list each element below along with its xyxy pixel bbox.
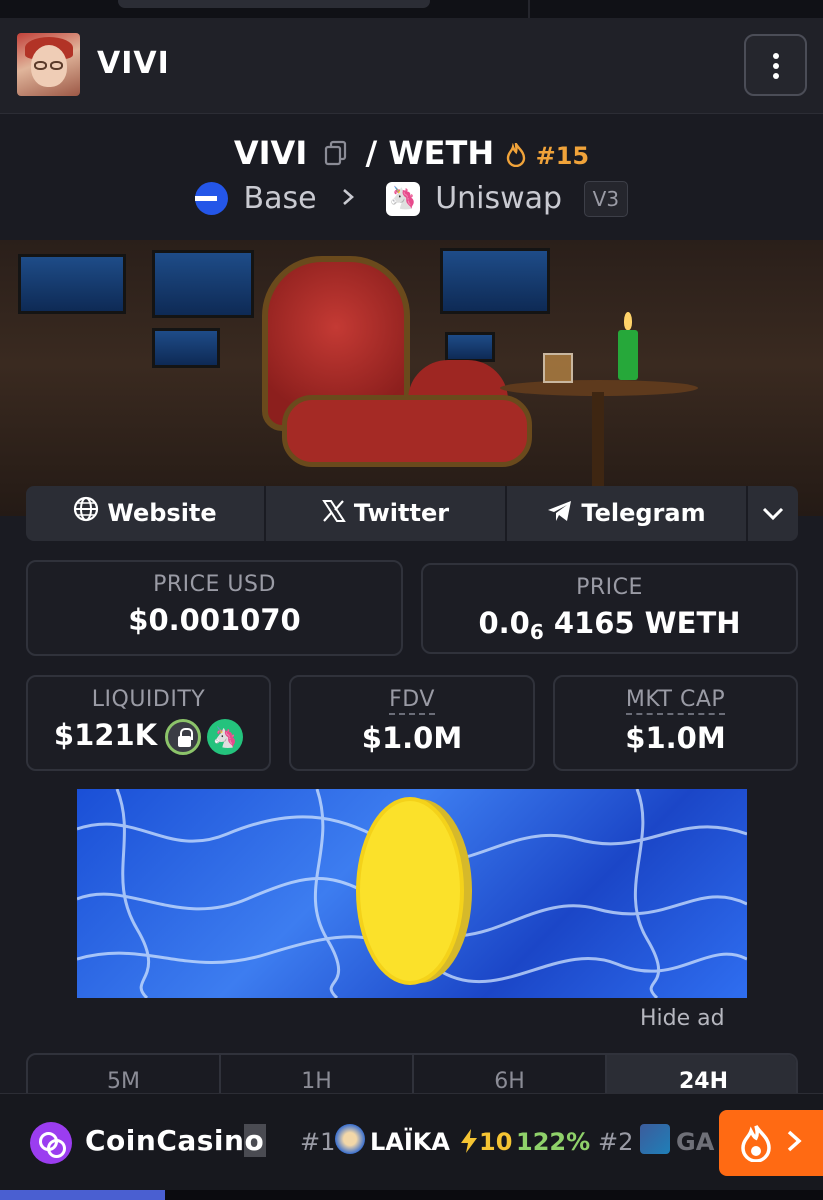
price-usd-card: PRICE USD $0.001070	[26, 560, 403, 656]
uniswap-unicorn-icon[interactable]: 🦄	[207, 719, 244, 755]
candle-flame	[624, 312, 632, 330]
market-cap-value: $1.0M	[625, 721, 726, 755]
pair-title: VIVI / WETH #15	[0, 134, 823, 174]
uniswap-icon: 🦄	[385, 181, 420, 216]
globe-icon	[73, 487, 99, 542]
price-native-card: PRICE 0.06 4165 WETH	[421, 563, 798, 654]
chain-dex-breadcrumb: Base 🦄 Uniswap V3	[0, 180, 823, 220]
progress-fill	[0, 1190, 165, 1200]
base-chain-icon	[194, 182, 228, 215]
pair-separator: /	[365, 134, 378, 172]
divider	[528, 0, 530, 18]
coincasino-brand[interactable]: CoinCasino	[85, 1124, 267, 1157]
fdv-card[interactable]: FDV $1.0M	[289, 675, 535, 771]
website-label: Website	[107, 499, 217, 527]
trending-2-name[interactable]: GA	[676, 1128, 714, 1156]
footer-bar: CoinCasino #1 LAÏKA 10 122% #2 GA	[0, 1093, 823, 1190]
avatar-glasses-right	[50, 61, 63, 70]
chevron-right-icon	[340, 184, 356, 214]
fdv-value: $1.0M	[361, 721, 463, 755]
whiskey-glass	[543, 353, 573, 383]
telegram-link[interactable]: Telegram	[507, 486, 748, 541]
flame-icon	[741, 1125, 771, 1162]
liquidity-value-row: $121K 🦄	[28, 718, 269, 755]
telegram-icon	[547, 487, 573, 542]
more-menu-button[interactable]	[744, 34, 807, 96]
price-tail: 4165 WETH	[553, 606, 741, 640]
trending-1-boost: 10	[459, 1128, 512, 1156]
social-links-bar: Website Twitter Telegram	[26, 486, 798, 541]
token-name: VIVI	[97, 46, 170, 81]
token-header: VIVI	[0, 18, 823, 114]
twitter-link[interactable]: Twitter	[266, 486, 507, 541]
address-bar[interactable]	[118, 0, 430, 8]
avatar-glasses-left	[34, 61, 47, 70]
price-usd-value: $0.001070	[128, 603, 301, 637]
liquidity-lock-icon[interactable]	[165, 719, 202, 755]
token-avatar	[17, 33, 80, 96]
fdv-label: FDV	[389, 687, 435, 715]
trending-fire-button[interactable]	[719, 1110, 823, 1176]
bg-monitor	[152, 328, 220, 368]
trending-2-rank: #2	[598, 1128, 634, 1156]
chevron-down-icon	[762, 507, 784, 521]
boost-count: 10	[479, 1128, 513, 1156]
hide-ad-link[interactable]: Hide ad	[640, 1006, 725, 1031]
bg-monitor	[18, 254, 126, 314]
dex-version-badge: V3	[583, 180, 629, 217]
price-usd-label: PRICE USD	[153, 572, 276, 597]
bg-monitor	[152, 250, 254, 318]
liquidity-card: LIQUIDITY $121K 🦄	[26, 675, 271, 771]
coincasino-logo-icon[interactable]	[30, 1122, 72, 1164]
trending-rank[interactable]: #15	[505, 139, 590, 170]
advertisement-banner[interactable]	[77, 789, 747, 998]
liquidity-label: LIQUIDITY	[91, 687, 206, 712]
price-native-value: 0.06 4165 WETH	[423, 606, 796, 644]
trending-1-change: 122%	[516, 1128, 591, 1156]
chain-name[interactable]: Base	[243, 181, 316, 216]
bg-monitor	[440, 248, 550, 314]
price-lead: 0.0	[478, 606, 530, 640]
twitter-label: Twitter	[353, 499, 450, 527]
armchair-seat	[282, 395, 532, 467]
price-native-label: PRICE	[576, 575, 643, 600]
pair-base: VIVI	[233, 134, 308, 172]
trending-2-avatar[interactable]	[640, 1124, 670, 1154]
liquidity-value: $121K	[53, 718, 158, 752]
lightning-icon	[461, 1129, 477, 1153]
telegram-label: Telegram	[581, 499, 706, 527]
ad-water-coin-graphic	[77, 789, 747, 998]
bottom-progress-bar	[0, 1190, 823, 1200]
dot-icon	[773, 53, 779, 59]
candle	[618, 330, 638, 380]
website-link[interactable]: Website	[26, 486, 266, 541]
dot-icon	[773, 63, 779, 69]
x-logo-icon	[322, 487, 346, 542]
copy-icon[interactable]	[324, 136, 348, 174]
market-cap-label: MKT CAP	[625, 687, 726, 715]
bg-monitor	[445, 332, 495, 362]
token-banner-image	[0, 240, 823, 516]
flame-icon	[507, 139, 526, 168]
dot-icon	[773, 73, 779, 79]
trending-1-name[interactable]: LAÏKA	[370, 1128, 450, 1156]
coincasino-name-last: o	[244, 1124, 267, 1157]
pair-quote: WETH	[388, 134, 495, 172]
rank-label: #15	[535, 142, 590, 170]
trending-1-avatar[interactable]	[335, 1124, 365, 1154]
price-zero-count: 6	[529, 620, 544, 644]
market-cap-card[interactable]: MKT CAP $1.0M	[553, 675, 798, 771]
chevron-right-icon	[785, 1128, 803, 1161]
dex-name[interactable]: Uniswap	[435, 181, 562, 216]
coincasino-name-main: CoinCasin	[85, 1124, 245, 1157]
top-strip	[0, 0, 823, 18]
more-links-button[interactable]	[748, 486, 798, 541]
trending-1-rank: #1	[300, 1128, 336, 1156]
